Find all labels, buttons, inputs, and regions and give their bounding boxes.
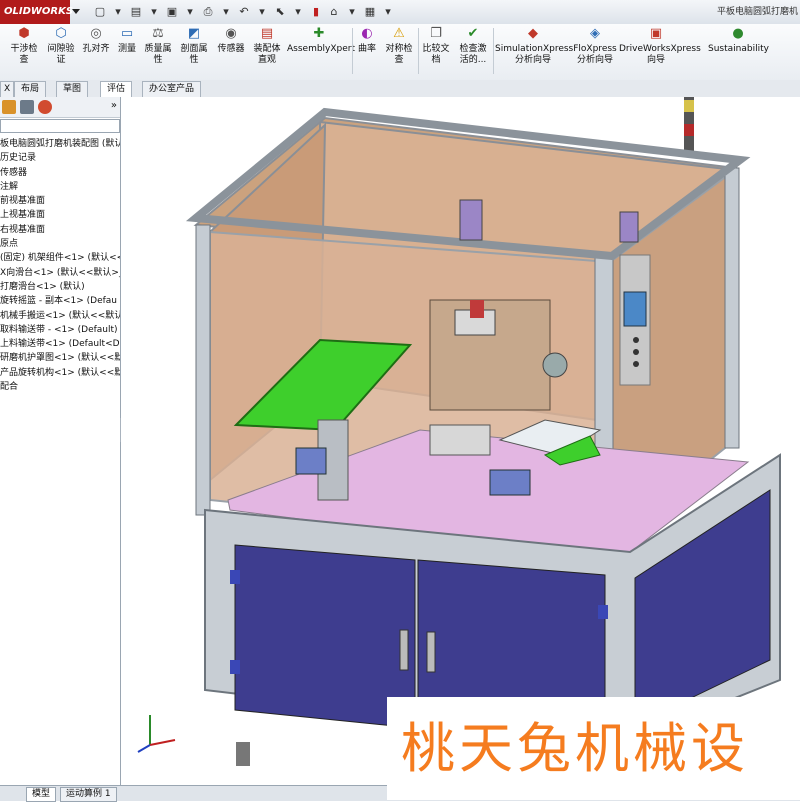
menu-arrow-icon[interactable] — [72, 9, 80, 14]
feature-manager-toolbar: » — [0, 97, 120, 118]
tree-item-history[interactable]: 历史记录 — [0, 151, 120, 165]
tree-item-mates[interactable]: 配合 — [0, 380, 120, 394]
check-active-icon: ✔ — [467, 26, 479, 41]
tree-item-load-conveyor[interactable]: 上料输送带<1> (Default<D — [0, 337, 120, 351]
driveworks-icon: ▣ — [649, 26, 663, 41]
assemblyxpert-button[interactable]: ✚ AssemblyXpert — [287, 26, 355, 55]
tab-office-products[interactable]: 办公室产品 — [142, 81, 202, 97]
control-panel[interactable] — [619, 254, 651, 386]
assembly-visualization-button[interactable]: ▤ 装配体 直观 — [250, 26, 284, 66]
open-folder-icon[interactable]: ▤ — [128, 4, 144, 20]
tree-item-rotary-cradle[interactable]: 旋转摇篮 - 副本<1> (Defau — [0, 294, 120, 308]
document-title: 平板电脑圆弧打磨机 — [716, 7, 798, 17]
feature-manager-tab-icon[interactable] — [2, 100, 16, 114]
print-icon[interactable]: ⎙ — [200, 4, 216, 20]
ribbon-separator — [418, 28, 419, 74]
section-props-icon: ◩ — [187, 26, 201, 41]
dropdown-arrow-icon[interactable]: ▾ — [182, 4, 198, 20]
graphics-area[interactable]: ⌕ ⊕ ↺ ◧ ◫ ▣ ◎ ● ▭ — [121, 97, 800, 785]
clearance-icon: ⬡ — [55, 26, 67, 41]
tree-item-unload-conveyor[interactable]: 取料输送带 - <1> (Default) — [0, 323, 120, 337]
coordinate-triad-icon — [137, 715, 176, 753]
feature-tree-filter[interactable] — [0, 119, 120, 133]
tree-item-right-plane[interactable]: 右视基准面 — [0, 223, 120, 237]
mass-props-icon: ⚖ — [152, 26, 164, 41]
ribbon-separator — [352, 28, 353, 74]
section-properties-button[interactable]: ◩ 剖面属 性 — [178, 26, 210, 66]
tree-item-origin[interactable]: 原点 — [0, 237, 120, 251]
rebuild-icon[interactable]: ▮ — [308, 4, 324, 20]
clearance-verification-button[interactable]: ⬡ 间隙验 证 — [44, 26, 78, 66]
sustainability-icon: ● — [732, 26, 744, 41]
dropdown-arrow-icon[interactable]: ▾ — [254, 4, 270, 20]
tree-item-top-plane[interactable]: 上视基准面 — [0, 208, 120, 222]
property-manager-tab-icon[interactable] — [20, 100, 34, 114]
watermark-text: 桃天兔机械设 — [387, 697, 800, 800]
tree-item-grinder-guard[interactable]: 研磨机护罩图<1> (默认<<默 — [0, 351, 120, 365]
symmetry-icon: ⚠ — [393, 26, 405, 41]
tree-item-x-slide[interactable]: X向滑台<1> (默认<<默认>_ — [0, 266, 120, 280]
curvature-icon: ◐ — [361, 26, 373, 41]
tab-layout[interactable]: 布局 — [14, 81, 47, 97]
quick-access-toolbar: ▢ ▾ ▤ ▾ ▣ ▾ ⎙ ▾ ↶ ▾ ⬉ ▾ ▮ ⌂ ▾ ▦ ▾ — [92, 4, 396, 20]
tab-evaluate[interactable]: 评估 — [100, 81, 133, 97]
driveworksxpress-button[interactable]: ▣ DriveWorksXpress 向导 — [619, 26, 701, 66]
floxpress-button[interactable]: ◈ FloXpress 分析向导 — [572, 26, 618, 66]
tree-item-front-plane[interactable]: 前视基准面 — [0, 194, 120, 208]
simulationxpress-button[interactable]: ◆ SimulationXpress 分析向导 — [495, 26, 573, 66]
measure-button[interactable]: ▭ 测量 — [114, 26, 140, 55]
curvature-button[interactable]: ◐ 曲率 — [354, 26, 380, 55]
command-manager-ribbon: ⬢ 干涉检 查 ⬡ 间隙验 证 ◎ 孔对齐 ▭ 测量 ⚖ 质量属 性 ◩ 剖面属 性 ◉ 传感… — [0, 24, 800, 81]
tree-item-frame[interactable]: (固定) 机架组件<1> (默认<< — [0, 251, 120, 265]
tree-item-product-rotator[interactable]: 产品旋转机构<1> (默认<<默 — [0, 366, 120, 380]
tab-features[interactable]: X — [0, 81, 15, 97]
tree-item-sensors[interactable]: 传感器 — [0, 166, 120, 180]
command-tabs: X 布局 草图 评估 办公室产品 — [0, 80, 800, 98]
file-properties-icon[interactable]: ⌂ — [326, 4, 342, 20]
model-view — [137, 97, 781, 780]
dropdown-arrow-icon[interactable]: ▾ — [290, 4, 306, 20]
dropdown-arrow-icon[interactable]: ▾ — [344, 4, 360, 20]
options-icon[interactable]: ▦ — [362, 4, 378, 20]
sensor-button[interactable]: ◉ 传感器 — [214, 26, 248, 55]
expand-panel-icon[interactable]: » — [111, 100, 117, 111]
display-manager-tab-icon[interactable] — [38, 100, 52, 114]
sustainability-button[interactable]: ● Sustainability — [708, 26, 769, 55]
assembly-xpert-icon: ✚ — [313, 26, 325, 41]
floxpress-icon: ◈ — [590, 26, 600, 41]
tab-sketch[interactable]: 草图 — [56, 81, 89, 97]
title-bar: OLIDWORKS ▢ ▾ ▤ ▾ ▣ ▾ ⎙ ▾ ↶ ▾ ⬉ ▾ ▮ ⌂ ▾ … — [0, 0, 800, 25]
compare-documents-button[interactable]: ❐ 比较文 档 — [420, 26, 452, 66]
check-active-document-button[interactable]: ✔ 检查激 活的... — [455, 26, 491, 66]
tree-item-annotations[interactable]: 注解 — [0, 180, 120, 194]
interference-check-button[interactable]: ⬢ 干涉检 查 — [6, 26, 42, 66]
interference-icon: ⬢ — [18, 26, 30, 41]
assembly-visual-icon: ▤ — [260, 26, 274, 41]
signal-tower-light[interactable] — [684, 97, 694, 152]
dropdown-arrow-icon[interactable]: ▾ — [146, 4, 162, 20]
symmetry-check-button[interactable]: ⚠ 对称检 查 — [382, 26, 416, 66]
tree-item-grinding-slide[interactable]: 打磨滑台<1> (默认) — [0, 280, 120, 294]
tree-item-robot-transfer[interactable]: 机械手搬运<1> (默认<<默认 — [0, 309, 120, 323]
hole-align-icon: ◎ — [90, 26, 102, 41]
dropdown-arrow-icon[interactable]: ▾ — [218, 4, 234, 20]
undo-icon[interactable]: ↶ — [236, 4, 252, 20]
feature-manager-panel: » 板电脑圆弧打磨机装配图 (默认 历史记录 传感器 注解 前视基准面 上视基准… — [0, 97, 121, 785]
measure-icon: ▭ — [120, 26, 134, 41]
feature-tree: 板电脑圆弧打磨机装配图 (默认 历史记录 传感器 注解 前视基准面 上视基准面 … — [0, 137, 120, 394]
new-document-icon[interactable]: ▢ — [92, 4, 108, 20]
dropdown-arrow-icon[interactable]: ▾ — [110, 4, 126, 20]
solidworks-logo[interactable]: OLIDWORKS — [0, 0, 73, 24]
mass-properties-button[interactable]: ⚖ 质量属 性 — [142, 26, 174, 66]
save-icon[interactable]: ▣ — [164, 4, 180, 20]
sensor-icon: ◉ — [225, 26, 237, 41]
simulation-icon: ◆ — [528, 26, 538, 41]
hole-alignment-button[interactable]: ◎ 孔对齐 — [80, 26, 112, 55]
tree-item-assembly[interactable]: 板电脑圆弧打磨机装配图 (默认 — [0, 137, 120, 151]
dropdown-arrow-icon[interactable]: ▾ — [380, 4, 396, 20]
select-icon[interactable]: ⬉ — [272, 4, 288, 20]
compare-icon: ❐ — [430, 26, 442, 41]
ribbon-separator — [493, 28, 494, 74]
